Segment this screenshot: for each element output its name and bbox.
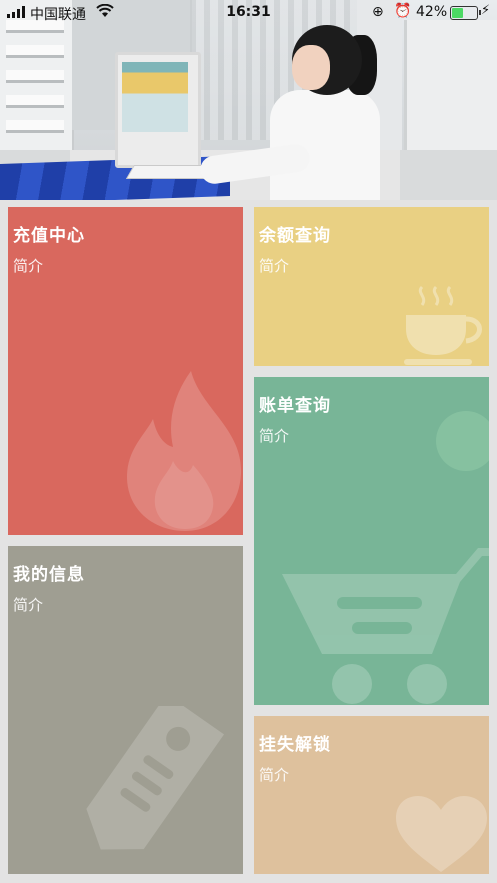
orientation-lock-icon: ⊕: [372, 4, 384, 20]
tile-recharge-center[interactable]: 充值中心 简介: [8, 207, 243, 535]
battery-level-fill: [452, 8, 463, 18]
battery-percent: 42%: [416, 4, 448, 20]
tile-subtitle: 简介: [259, 257, 290, 275]
monitor-screen-decoration: [122, 62, 188, 132]
tile-subtitle: 简介: [259, 766, 290, 784]
floating-dot-decoration: [436, 411, 489, 471]
tile-report-loss-unlock[interactable]: 挂失解锁 简介: [254, 716, 489, 874]
coffee-cup-icon: [404, 285, 482, 365]
shopping-cart-icon: [282, 548, 489, 704]
status-bar: 中国联通 16:31 ⊕ ⏰ 42% ⚡: [0, 0, 497, 26]
tile-subtitle: 简介: [13, 257, 44, 275]
tag-icon: [86, 706, 225, 850]
tile-my-info[interactable]: 我的信息 简介: [8, 546, 243, 874]
battery-icon: [450, 6, 481, 20]
heart-icon: [396, 796, 487, 872]
tile-title: 我的信息: [13, 565, 85, 585]
alarm-icon: ⏰: [394, 3, 412, 19]
tile-title: 挂失解锁: [259, 735, 331, 755]
tile-subtitle: 简介: [259, 427, 290, 445]
tile-subtitle: 简介: [13, 596, 44, 614]
tile-bill-query[interactable]: 账单查询 简介: [254, 377, 489, 705]
charging-icon: ⚡: [481, 3, 491, 18]
flame-icon: [127, 371, 242, 531]
tile-title: 余额查询: [259, 226, 331, 246]
person-face-decoration: [292, 45, 330, 90]
tile-title: 账单查询: [259, 396, 331, 416]
tile-balance-query[interactable]: 余额查询 简介: [254, 207, 489, 366]
tile-title: 充值中心: [13, 226, 85, 246]
hero-banner-image: [0, 0, 497, 200]
